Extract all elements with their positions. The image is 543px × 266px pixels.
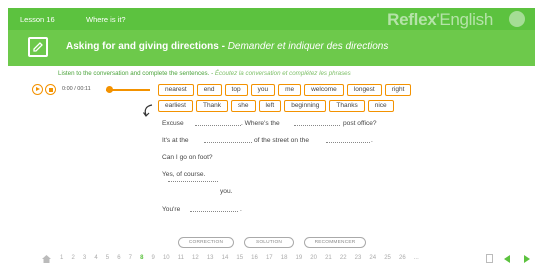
answer-blank[interactable] [168,174,218,182]
word-chip[interactable]: nice [367,100,394,112]
word-chip[interactable]: you [250,84,276,96]
play-icon[interactable] [32,84,43,95]
page-number-link[interactable]: 12 [192,255,199,261]
word-chip[interactable]: right [384,84,412,96]
word-chip[interactable]: Thanks [329,100,365,112]
exercise-title-bar: Asking for and giving directions - Deman… [8,30,535,66]
word-chip[interactable]: beginning [284,100,327,112]
audio-progress-knob[interactable] [106,86,113,93]
page-number-link[interactable]: 3 [83,255,86,261]
page-number-link[interactable]: 16 [251,255,258,261]
word-bank: nearest end top you me welcome longest right ea… [158,84,458,116]
lesson-number: Lesson 16 [20,15,55,24]
word-chip[interactable]: top [224,84,248,96]
page-number-link[interactable]: 7 [129,255,132,261]
word-bank-row: nearest end top you me welcome longest right [158,84,458,96]
page-number-link[interactable]: 24 [369,255,376,261]
page-number-link[interactable]: 6 [117,255,120,261]
next-page-icon[interactable] [524,255,530,263]
word-bank-row: earliest Thank she left beginning Thanks nice [158,100,458,112]
page-number-link[interactable]: 2 [71,255,74,261]
answer-blank[interactable] [326,135,370,143]
app-screen: Lesson 16 Where is it? Reflex'English As… [0,0,543,266]
word-chip[interactable]: longest [346,84,382,96]
page-number-link[interactable]: 23 [355,255,362,261]
correction-button[interactable]: CORRECTION [178,237,234,248]
instructions: Listen to the conversation and complete … [58,70,351,77]
word-chip[interactable]: welcome [304,84,344,96]
pagination: 1 2 3 4 5 6 7 8 9 10 11 12 13 14 15 16 17 18 19 20 21 22 23 24 2… [0,252,543,266]
brand-badge-icon [509,11,525,27]
word-chip[interactable]: nearest [158,84,194,96]
word-chip[interactable]: Thank [195,100,229,112]
audio-time: 0:00 / 00:11 [62,86,91,92]
answer-blank[interactable] [195,118,241,126]
brand-logo: Reflex'English [387,10,493,29]
word-chip[interactable]: she [231,100,256,112]
lesson-section[interactable]: Where is it? [86,15,126,24]
word-chip[interactable]: left [258,100,282,112]
stop-icon[interactable] [45,84,56,95]
answer-blank[interactable] [294,118,340,126]
page-number-link[interactable]: 13 [207,255,214,261]
solution-button[interactable]: SOLUTION [244,237,294,248]
page-number-link[interactable]: 14 [222,255,229,261]
answer-blank[interactable] [204,135,252,143]
restart-button[interactable]: RECOMMENCER [304,237,366,248]
page-number-link[interactable]: 8 [140,255,143,261]
answer-blank[interactable] [190,204,238,212]
document-icon[interactable] [486,254,493,263]
page-number-link[interactable]: 9 [152,255,155,261]
page-numbers: 1 2 3 4 5 6 7 8 9 10 11 12 13 14 15 16 17 18 19 20 21 22 23 24 2… [60,255,427,261]
word-chip[interactable]: earliest [158,100,193,112]
page-number-link[interactable]: 11 [178,255,184,261]
previous-page-icon[interactable] [504,255,510,263]
page-number-link[interactable]: 10 [163,255,170,261]
pencil-icon [28,37,48,57]
page-number-link[interactable]: 15 [236,255,243,261]
page-number-link[interactable]: 4 [94,255,97,261]
page-number-link[interactable]: 17 [266,255,273,261]
page-title: Asking for and giving directions - Deman… [66,41,389,52]
page-number-link[interactable]: 21 [325,255,332,261]
page-ellipsis: ... [413,255,419,261]
page-number-link[interactable]: 26 [399,255,406,261]
curved-arrow-icon [143,104,153,117]
lesson-bar: Lesson 16 Where is it? Reflex'English [8,8,535,30]
word-chip[interactable]: me [278,84,302,96]
page-number-link[interactable]: 5 [106,255,109,261]
page-number-link[interactable]: 22 [340,255,347,261]
page-number-link[interactable]: 19 [296,255,303,261]
page-number-link[interactable]: 25 [384,255,391,261]
home-icon[interactable] [42,255,51,263]
word-chip[interactable]: end [196,84,222,96]
page-number-link[interactable]: 18 [281,255,288,261]
page-number-link[interactable]: 1 [60,255,63,261]
audio-player: 0:00 / 00:11 [32,84,150,96]
page-number-link[interactable]: 20 [310,255,317,261]
